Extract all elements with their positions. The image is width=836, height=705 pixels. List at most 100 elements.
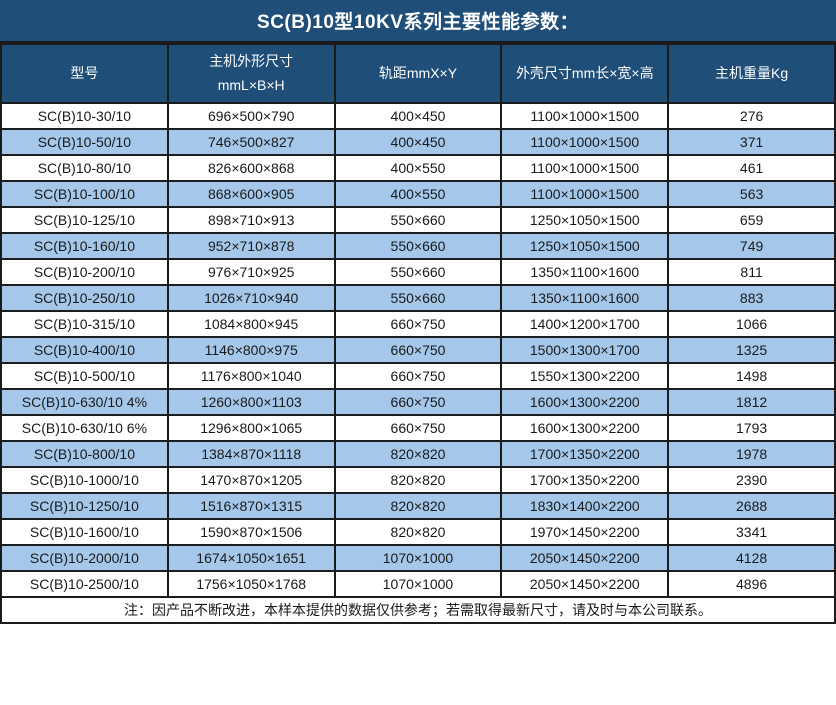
table-cell: 1500×1300×1700 bbox=[501, 337, 668, 363]
header-cell-main-weight: 主机重量Kg bbox=[668, 44, 835, 103]
table-cell: 868×600×905 bbox=[168, 181, 335, 207]
page-title: SC(B)10型10KV系列主要性能参数： bbox=[0, 0, 836, 43]
header-cell-shell-dims: 外壳尺寸mm长×宽×高 bbox=[501, 44, 668, 103]
table-cell: 1550×1300×2200 bbox=[501, 363, 668, 389]
table-row: SC(B)10-30/10696×500×790400×4501100×1000… bbox=[1, 103, 835, 129]
table-cell: 660×750 bbox=[335, 337, 502, 363]
table-row: SC(B)10-2500/101756×1050×17681070×100020… bbox=[1, 571, 835, 597]
table-cell: 550×660 bbox=[335, 233, 502, 259]
table-cell: SC(B)10-1000/10 bbox=[1, 467, 168, 493]
table-cell: SC(B)10-200/10 bbox=[1, 259, 168, 285]
table-cell: 1100×1000×1500 bbox=[501, 129, 668, 155]
table-cell: 1066 bbox=[668, 311, 835, 337]
table-cell: 1700×1350×2200 bbox=[501, 441, 668, 467]
table-row: SC(B)10-100/10868×600×905400×5501100×100… bbox=[1, 181, 835, 207]
spec-table: 型号 主机外形尺寸 mmL×B×H 轨距mmX×Y 外壳尺寸mm长×宽×高 主机… bbox=[0, 43, 836, 624]
table-cell: 3341 bbox=[668, 519, 835, 545]
table-cell: 1070×1000 bbox=[335, 571, 502, 597]
table-cell: 276 bbox=[668, 103, 835, 129]
table-cell: 4896 bbox=[668, 571, 835, 597]
table-cell: 1470×870×1205 bbox=[168, 467, 335, 493]
table-cell: 826×600×868 bbox=[168, 155, 335, 181]
table-cell: 898×710×913 bbox=[168, 207, 335, 233]
table-cell: 1350×1100×1600 bbox=[501, 259, 668, 285]
table-row: SC(B)10-800/101384×870×1118820×8201700×1… bbox=[1, 441, 835, 467]
table-cell: 1176×800×1040 bbox=[168, 363, 335, 389]
table-cell: SC(B)10-50/10 bbox=[1, 129, 168, 155]
spec-sheet-page: SC(B)10型10KV系列主要性能参数： 型号 主机外形尺寸 mmL×B×H … bbox=[0, 0, 836, 705]
table-header-row: 型号 主机外形尺寸 mmL×B×H 轨距mmX×Y 外壳尺寸mm长×宽×高 主机… bbox=[1, 44, 835, 103]
table-cell: 1700×1350×2200 bbox=[501, 467, 668, 493]
table-row: SC(B)10-1000/101470×870×1205820×8201700×… bbox=[1, 467, 835, 493]
table-cell: SC(B)10-630/10 4% bbox=[1, 389, 168, 415]
table-cell: 696×500×790 bbox=[168, 103, 335, 129]
table-cell: 1590×870×1506 bbox=[168, 519, 335, 545]
table-cell: SC(B)10-30/10 bbox=[1, 103, 168, 129]
table-cell: 1756×1050×1768 bbox=[168, 571, 335, 597]
table-cell: SC(B)10-1600/10 bbox=[1, 519, 168, 545]
header-cell-model: 型号 bbox=[1, 44, 168, 103]
table-cell: 746×500×827 bbox=[168, 129, 335, 155]
table-cell: SC(B)10-400/10 bbox=[1, 337, 168, 363]
table-cell: 660×750 bbox=[335, 311, 502, 337]
table-cell: 550×660 bbox=[335, 207, 502, 233]
table-row: SC(B)10-50/10746×500×827400×4501100×1000… bbox=[1, 129, 835, 155]
table-cell: SC(B)10-125/10 bbox=[1, 207, 168, 233]
table-row: SC(B)10-80/10826×600×868400×5501100×1000… bbox=[1, 155, 835, 181]
table-cell: 952×710×878 bbox=[168, 233, 335, 259]
table-note-row: 注：因产品不断改进，本样本提供的数据仅供参考；若需取得最新尺寸，请及时与本公司联… bbox=[1, 597, 835, 623]
table-cell: 563 bbox=[668, 181, 835, 207]
table-cell: 883 bbox=[668, 285, 835, 311]
table-cell: SC(B)10-2000/10 bbox=[1, 545, 168, 571]
table-cell: 550×660 bbox=[335, 285, 502, 311]
table-row: SC(B)10-125/10898×710×913550×6601250×105… bbox=[1, 207, 835, 233]
table-cell: 400×450 bbox=[335, 103, 502, 129]
table-note: 注：因产品不断改进，本样本提供的数据仅供参考；若需取得最新尺寸，请及时与本公司联… bbox=[1, 597, 835, 623]
table-cell: 1516×870×1315 bbox=[168, 493, 335, 519]
table-cell: 1325 bbox=[668, 337, 835, 363]
table-row: SC(B)10-500/101176×800×1040660×7501550×1… bbox=[1, 363, 835, 389]
table-cell: 1970×1450×2200 bbox=[501, 519, 668, 545]
table-cell: 1600×1300×2200 bbox=[501, 415, 668, 441]
table-cell: SC(B)10-80/10 bbox=[1, 155, 168, 181]
table-cell: 1350×1100×1600 bbox=[501, 285, 668, 311]
table-row: SC(B)10-315/101084×800×945660×7501400×12… bbox=[1, 311, 835, 337]
table-cell: SC(B)10-800/10 bbox=[1, 441, 168, 467]
table-cell: 1296×800×1065 bbox=[168, 415, 335, 441]
table-cell: 820×820 bbox=[335, 519, 502, 545]
table-cell: 4128 bbox=[668, 545, 835, 571]
table-cell: 1026×710×940 bbox=[168, 285, 335, 311]
table-cell: SC(B)10-250/10 bbox=[1, 285, 168, 311]
table-cell: 659 bbox=[668, 207, 835, 233]
table-cell: SC(B)10-160/10 bbox=[1, 233, 168, 259]
table-cell: 1100×1000×1500 bbox=[501, 181, 668, 207]
table-row: SC(B)10-2000/101674×1050×16511070×100020… bbox=[1, 545, 835, 571]
table-cell: 371 bbox=[668, 129, 835, 155]
table-row: SC(B)10-630/10 6%1296×800×1065660×750160… bbox=[1, 415, 835, 441]
table-cell: 1384×870×1118 bbox=[168, 441, 335, 467]
table-cell: SC(B)10-630/10 6% bbox=[1, 415, 168, 441]
table-body: SC(B)10-30/10696×500×790400×4501100×1000… bbox=[1, 103, 835, 597]
table-cell: 2688 bbox=[668, 493, 835, 519]
table-cell: 1250×1050×1500 bbox=[501, 207, 668, 233]
table-cell: 400×550 bbox=[335, 155, 502, 181]
table-cell: 1250×1050×1500 bbox=[501, 233, 668, 259]
table-cell: SC(B)10-2500/10 bbox=[1, 571, 168, 597]
table-cell: 1793 bbox=[668, 415, 835, 441]
table-cell: 1600×1300×2200 bbox=[501, 389, 668, 415]
table-row: SC(B)10-250/101026×710×940550×6601350×11… bbox=[1, 285, 835, 311]
table-cell: 400×450 bbox=[335, 129, 502, 155]
table-cell: SC(B)10-1250/10 bbox=[1, 493, 168, 519]
table-cell: 660×750 bbox=[335, 389, 502, 415]
table-cell: 820×820 bbox=[335, 441, 502, 467]
header-cell-main-dims: 主机外形尺寸 mmL×B×H bbox=[168, 44, 335, 103]
table-cell: 1260×800×1103 bbox=[168, 389, 335, 415]
table-row: SC(B)10-400/101146×800×975660×7501500×13… bbox=[1, 337, 835, 363]
table-cell: 749 bbox=[668, 233, 835, 259]
table-cell: SC(B)10-500/10 bbox=[1, 363, 168, 389]
table-row: SC(B)10-200/10976×710×925550×6601350×110… bbox=[1, 259, 835, 285]
table-cell: 1084×800×945 bbox=[168, 311, 335, 337]
table-cell: 1400×1200×1700 bbox=[501, 311, 668, 337]
table-cell: 1830×1400×2200 bbox=[501, 493, 668, 519]
header-cell-rail-gauge: 轨距mmX×Y bbox=[335, 44, 502, 103]
